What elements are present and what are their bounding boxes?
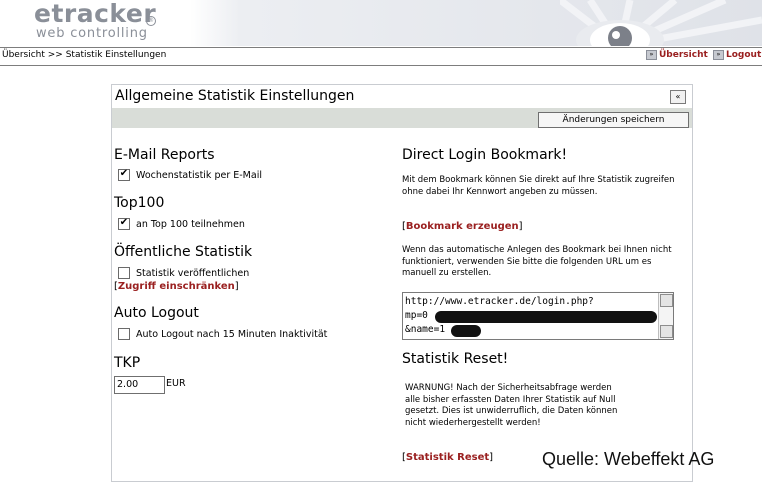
double-arrow-icon: » xyxy=(713,50,724,60)
logout-link[interactable]: » Logout xyxy=(713,50,761,60)
weekly-email-checkbox[interactable] xyxy=(118,169,130,181)
auto-logout-heading: Auto Logout xyxy=(114,305,199,321)
url-line-2: mp=0 xyxy=(405,310,428,321)
publish-statistics-label: Statistik veröffentlichen xyxy=(136,267,250,279)
logo-subtitle: web controlling xyxy=(36,26,148,41)
statistics-reset-link[interactable]: Statistik Reset xyxy=(406,452,489,463)
save-changes-button[interactable]: Änderungen speichern xyxy=(538,112,689,128)
bracket-close: ] xyxy=(518,221,523,232)
overview-link[interactable]: » Übersicht xyxy=(646,50,708,60)
redaction-mark xyxy=(435,311,657,323)
double-arrow-icon: » xyxy=(646,50,657,60)
weekly-email-label: Wochenstatistik per E-Mail xyxy=(136,169,262,181)
redaction-mark xyxy=(451,325,481,337)
public-statistics-heading: Öffentliche Statistik xyxy=(114,244,253,260)
top100-label: an Top 100 teilnehmen xyxy=(136,218,245,230)
bookmark-description: Mit dem Bookmark können Sie direkt auf I… xyxy=(402,175,675,197)
auto-logout-label: Auto Logout nach 15 Minuten Inaktivität xyxy=(136,328,328,340)
bracket-close: ] xyxy=(489,452,494,463)
tkp-heading: TKP xyxy=(114,355,141,371)
logout-link-label: Logout xyxy=(726,50,762,60)
url-line-1: http://www.etracker.de/login.php? xyxy=(405,296,594,307)
create-bookmark-link[interactable]: Bookmark erzeugen xyxy=(406,221,519,232)
email-report-option: Wochenstatistik per E-Mail xyxy=(118,169,262,181)
logo: etracker xyxy=(34,0,157,28)
public-statistics-option: Statistik veröffentlichen xyxy=(118,267,249,279)
scroll-down-arrow-icon[interactable] xyxy=(660,325,673,338)
top100-checkbox[interactable] xyxy=(118,218,130,230)
url-scrollbar[interactable] xyxy=(658,293,673,339)
app-header: etracker ® web controlling xyxy=(0,0,762,46)
registered-mark: ® xyxy=(146,16,156,26)
bracket-close: ] xyxy=(234,281,239,292)
overview-link-label: Übersicht xyxy=(659,50,708,60)
statistics-reset-heading: Statistik Reset! xyxy=(402,351,509,367)
settings-panel: Allgemeine Statistik Einstellungen « Änd… xyxy=(111,84,693,482)
create-bookmark-row: [Bookmark erzeugen] xyxy=(402,221,523,232)
publish-statistics-checkbox[interactable] xyxy=(118,267,130,279)
breadcrumb-bar: Übersicht >> Statistik Einstellungen » Ü… xyxy=(0,47,762,66)
source-credit: Quelle: Webeffekt AG xyxy=(542,449,715,469)
statistics-reset-row: [Statistik Reset] xyxy=(402,452,493,463)
email-reports-heading: E-Mail Reports xyxy=(114,147,215,163)
scroll-up-arrow-icon[interactable] xyxy=(660,294,673,307)
top100-option: an Top 100 teilnehmen xyxy=(118,218,245,230)
reset-warning-text: WARNUNG! Nach der Sicherheitsabfrage wer… xyxy=(405,383,618,428)
tkp-currency: EUR xyxy=(166,378,186,389)
top100-heading: Top100 xyxy=(114,195,165,211)
panel-title: Allgemeine Statistik Einstellungen xyxy=(115,88,355,104)
tkp-input[interactable] xyxy=(114,376,165,394)
bookmark-heading: Direct Login Bookmark! xyxy=(402,147,568,163)
breadcrumb: Übersicht >> Statistik Einstellungen xyxy=(2,50,167,60)
auto-logout-option: Auto Logout nach 15 Minuten Inaktivität xyxy=(118,328,327,340)
collapse-panel-button[interactable]: « xyxy=(670,90,686,104)
restrict-access-link[interactable]: Zugriff einschränken xyxy=(118,281,235,292)
auto-logout-checkbox[interactable] xyxy=(118,328,130,340)
bookmark-url-textarea[interactable]: http://www.etracker.de/login.php? mp=01 … xyxy=(402,292,674,340)
manual-url-description: Wenn das automatische Anlegen des Bookma… xyxy=(402,245,672,278)
url-line-3: &name=1 xyxy=(405,324,446,335)
restrict-access-row: [Zugriff einschränken] xyxy=(114,281,239,292)
eye-logo-graphic xyxy=(560,0,762,46)
